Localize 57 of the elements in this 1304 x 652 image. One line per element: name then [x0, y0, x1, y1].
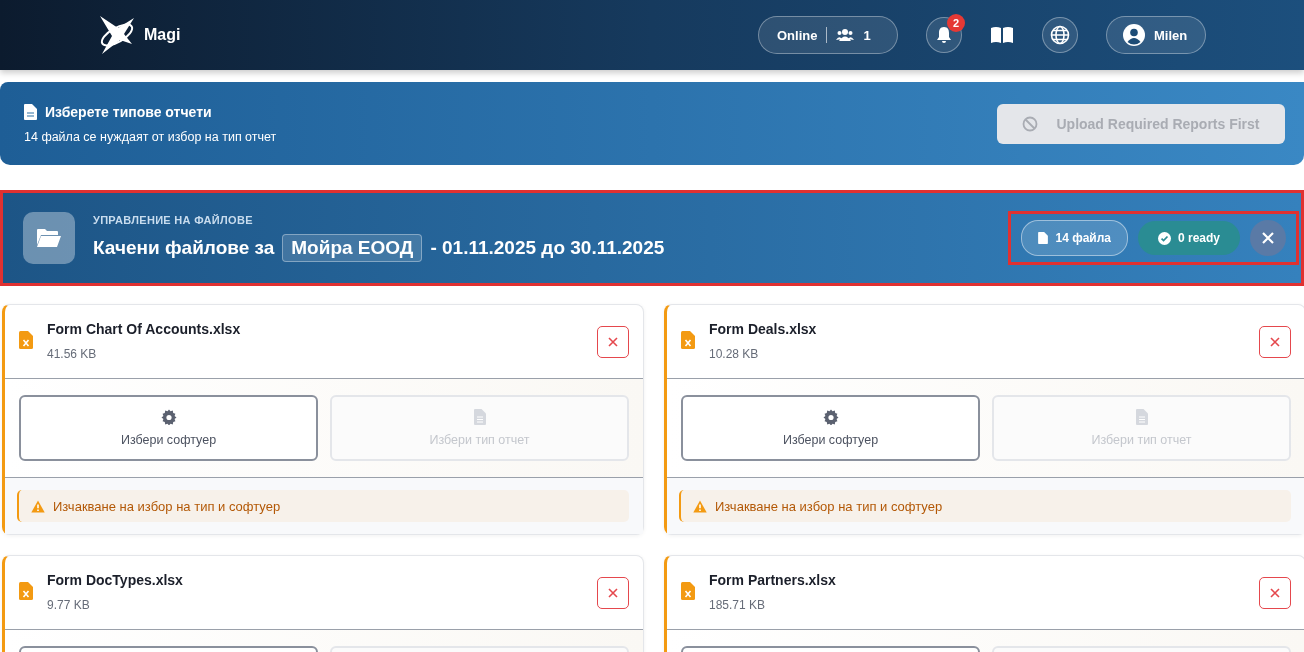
files-title: Качени файлове за — [93, 237, 275, 259]
close-icon — [608, 337, 618, 347]
close-icon — [608, 588, 618, 598]
file-name: Form Partners.xlsx — [709, 572, 837, 588]
status-warning: Изчакване на избор на тип и софтуер — [17, 490, 629, 522]
period-text: - 01.11.2025 до 30.11.2025 — [430, 237, 665, 259]
bell-icon — [936, 26, 952, 44]
check-circle-icon — [1158, 231, 1171, 245]
users-icon — [836, 28, 855, 42]
book-button[interactable] — [990, 26, 1014, 44]
notifications-button[interactable]: 2 — [926, 17, 962, 53]
file-size: 10.28 KB — [709, 347, 760, 361]
book-icon — [990, 26, 1014, 44]
banner-subtitle: 14 файла се нуждаят от избор на тип отчет — [24, 129, 277, 144]
ready-count-badge: 0 ready — [1138, 221, 1240, 255]
brand-name: Magi — [144, 26, 181, 44]
close-button[interactable] — [1250, 220, 1286, 256]
remove-file-button[interactable] — [597, 326, 629, 358]
choose-software-button[interactable]: Избери софтуер — [19, 395, 318, 461]
globe-icon — [1050, 25, 1070, 45]
spreadsheet-file-icon — [19, 331, 33, 349]
section-eyebrow: УПРАВЛЕНИЕ НА ФАЙЛОВЕ — [93, 214, 254, 226]
file-size: 41.56 KB — [47, 347, 98, 361]
file-name: Form Chart Of Accounts.xlsx — [47, 321, 242, 337]
language-button[interactable] — [1042, 17, 1078, 53]
file-name: Form DocTypes.xlsx — [47, 572, 184, 588]
notification-count-badge: 2 — [947, 14, 965, 32]
choose-software-button[interactable]: Избери софтуер — [681, 395, 980, 461]
close-icon — [1262, 232, 1274, 244]
remove-file-button[interactable] — [1259, 577, 1291, 609]
document-icon — [473, 409, 486, 425]
company-name-chip: Мойра ЕООД — [282, 234, 423, 262]
status-warning: Изчакване на избор на тип и софтуер — [679, 490, 1291, 522]
file-name: Form Deals.xlsx — [709, 321, 818, 337]
warning-icon — [693, 499, 707, 513]
file-size: 185.71 KB — [709, 598, 767, 612]
remove-file-button[interactable] — [597, 577, 629, 609]
spreadsheet-file-icon — [19, 582, 33, 600]
user-avatar-icon — [1123, 24, 1145, 46]
online-users-button[interactable]: Online 1 — [758, 16, 898, 54]
document-icon — [1135, 409, 1148, 425]
spreadsheet-file-icon — [681, 331, 695, 349]
user-menu-button[interactable]: Milen — [1106, 16, 1206, 54]
file-count-badge: 14 файла — [1021, 220, 1128, 256]
close-icon — [1270, 588, 1280, 598]
document-icon — [24, 103, 37, 120]
folder-icon — [36, 228, 62, 248]
gear-icon — [822, 409, 839, 425]
warning-icon — [31, 499, 45, 513]
file-size: 9.77 KB — [47, 598, 91, 612]
document-icon — [1038, 232, 1049, 244]
gear-icon — [160, 409, 177, 425]
blocked-icon — [1022, 115, 1039, 132]
close-icon — [1270, 337, 1280, 347]
banner-title: Изберете типове отчети — [45, 103, 212, 120]
remove-file-button[interactable] — [1259, 326, 1291, 358]
spreadsheet-file-icon — [681, 582, 695, 600]
